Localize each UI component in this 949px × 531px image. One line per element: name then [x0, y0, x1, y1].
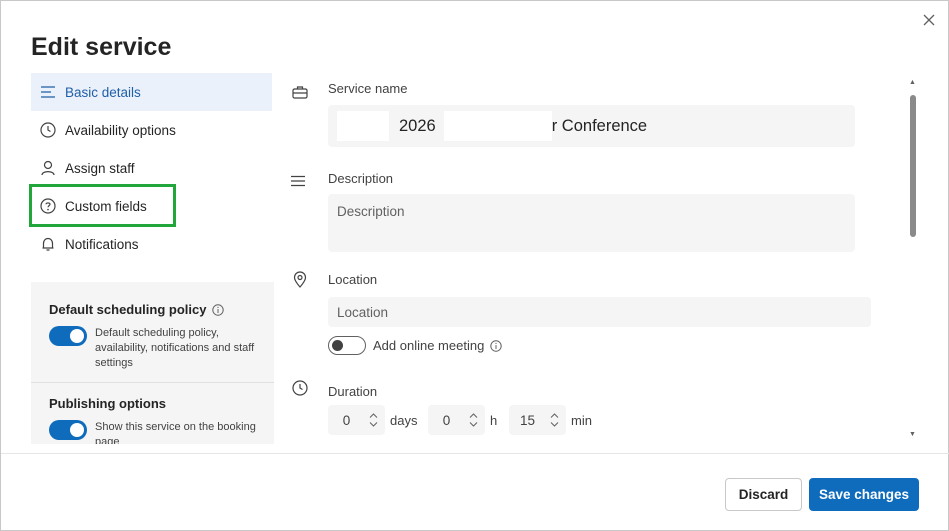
service-name-label: Service name: [328, 81, 408, 96]
stepper-arrows[interactable]: [465, 413, 481, 427]
default-policy-heading: Default scheduling policy: [49, 302, 256, 317]
scroll-up-arrow[interactable]: ▲: [909, 79, 916, 86]
minutes-stepper[interactable]: 15: [509, 405, 566, 435]
default-policy-row: Default scheduling policy, availability,…: [49, 326, 256, 371]
stepper-arrows[interactable]: [546, 413, 562, 427]
footer-divider: [1, 453, 949, 454]
default-policy-description: Default scheduling policy, availability,…: [95, 327, 255, 369]
nav-item-notifications[interactable]: Notifications: [31, 225, 272, 263]
scroll-down-arrow[interactable]: ▼: [909, 431, 916, 438]
minutes-unit: min: [571, 413, 592, 428]
minutes-value: 15: [519, 412, 536, 428]
info-icon[interactable]: [212, 303, 225, 316]
lines-icon: [39, 83, 57, 101]
nav-item-label: Basic details: [65, 84, 141, 100]
publishing-description: Show this service on the booking page: [95, 421, 256, 444]
dialog-title: Edit service: [31, 33, 172, 61]
redacted-region: [443, 111, 552, 141]
save-changes-button[interactable]: Save changes: [809, 478, 919, 511]
location-label: Location: [328, 272, 378, 287]
online-meeting-toggle[interactable]: [328, 336, 366, 355]
service-name-input[interactable]: 2026 r Conference: [328, 105, 855, 147]
days-value: 0: [342, 412, 351, 428]
online-meeting-label: Add online meeting: [373, 338, 503, 353]
person-icon: [39, 159, 57, 177]
hours-unit: h: [490, 413, 498, 428]
lines-icon: [289, 172, 307, 190]
publishing-toggle[interactable]: [49, 420, 87, 440]
discard-button[interactable]: Discard: [725, 478, 802, 511]
info-icon[interactable]: [490, 339, 503, 352]
location-input[interactable]: Location: [328, 297, 871, 327]
chevron-down-icon[interactable]: [469, 422, 478, 427]
publishing-options-heading: Publishing options: [49, 396, 166, 411]
nav-item-custom-fields[interactable]: Custom fields: [31, 187, 272, 225]
redacted-region: [337, 111, 389, 141]
chevron-up-icon[interactable]: [469, 413, 478, 418]
days-unit: days: [390, 413, 418, 428]
briefcase-icon: [291, 83, 309, 101]
chevron-down-icon[interactable]: [369, 422, 378, 427]
scrollbar-thumb[interactable]: [910, 95, 916, 237]
nav-item-assign-staff[interactable]: Assign staff: [31, 149, 272, 187]
nav-item-label: Notifications: [65, 236, 139, 252]
stepper-arrows[interactable]: [365, 413, 381, 427]
policy-panel: Default scheduling policy Default schedu…: [31, 282, 274, 444]
chevron-down-icon[interactable]: [550, 422, 559, 427]
days-stepper[interactable]: 0: [328, 405, 385, 435]
description-label: Description: [328, 171, 394, 186]
chevron-up-icon[interactable]: [550, 413, 559, 418]
side-nav: Basic details Availability options Assig…: [31, 73, 272, 263]
nav-item-basic-details[interactable]: Basic details: [31, 73, 272, 111]
nav-item-label: Assign staff: [65, 160, 135, 176]
nav-item-availability-options[interactable]: Availability options: [31, 111, 272, 149]
description-input[interactable]: Description: [328, 194, 855, 252]
question-circle-icon: [39, 197, 57, 215]
default-policy-toggle[interactable]: [49, 326, 87, 346]
nav-item-label: Custom fields: [65, 198, 147, 214]
publishing-row: Show this service on the booking page: [49, 420, 256, 444]
bell-icon: [39, 235, 57, 253]
clock-icon: [291, 379, 309, 397]
close-button[interactable]: [918, 9, 940, 31]
hours-value: 0: [442, 412, 451, 428]
default-policy-section: Default scheduling policy Default schedu…: [31, 282, 274, 383]
hours-stepper[interactable]: 0: [428, 405, 485, 435]
publishing-options-section: Publishing options Show this service on …: [31, 383, 274, 444]
edit-service-dialog: Edit service Basic details Availability …: [0, 0, 949, 531]
clock-icon: [39, 121, 57, 139]
duration-label: Duration: [328, 384, 378, 399]
location-pin-icon: [291, 270, 309, 288]
nav-item-label: Availability options: [65, 122, 176, 138]
close-icon: [923, 14, 935, 26]
chevron-up-icon[interactable]: [369, 413, 378, 418]
